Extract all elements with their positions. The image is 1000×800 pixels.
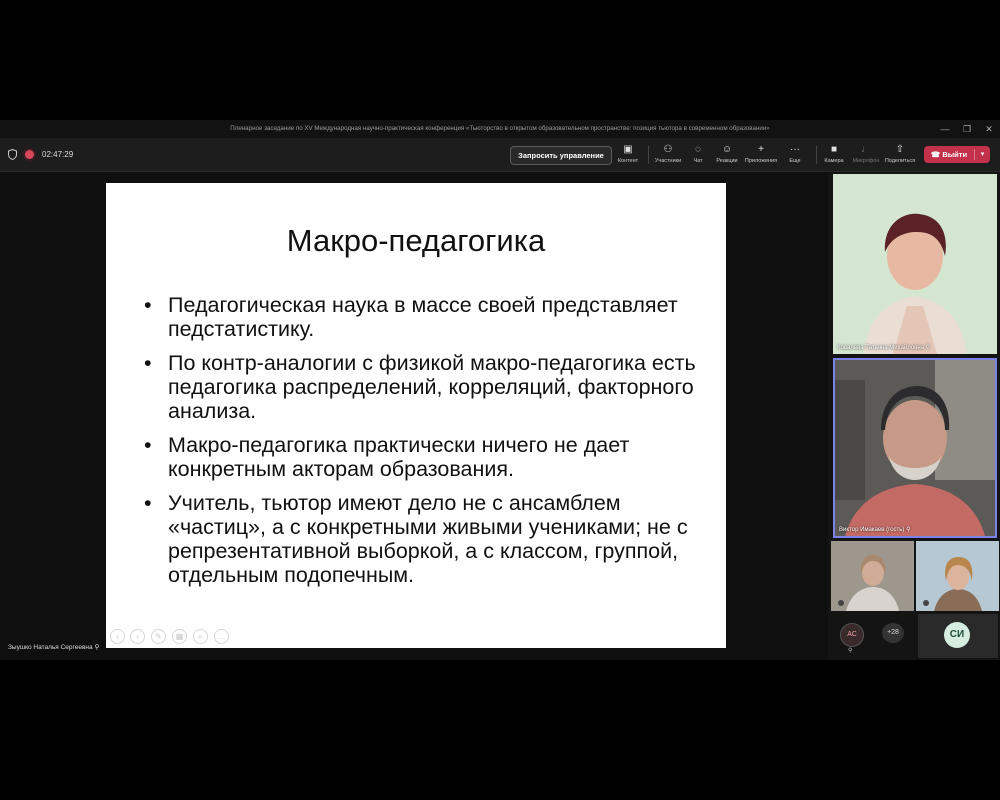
mic-off-icon: ♩ — [861, 144, 871, 155]
close-window-button[interactable]: ✕ — [978, 120, 1000, 138]
participant-video-frame — [833, 174, 997, 354]
plus-icon: + — [758, 144, 764, 155]
participant-avatar[interactable]: АС — [840, 623, 864, 647]
presenter-name-label: Зыушко Наталья Сергеевна ⚲ — [8, 643, 99, 651]
slide-bullet: Учитель, тьютор имеют дело не с ансамбле… — [144, 491, 714, 587]
pen-icon[interactable]: ✎ — [151, 629, 166, 644]
more-button[interactable]: ··· Еще — [777, 142, 813, 169]
more-options-icon[interactable]: … — [214, 629, 229, 644]
previous-slide-icon[interactable]: ‹ — [110, 629, 125, 644]
participant-video-frame — [916, 541, 999, 611]
participant-video-tile[interactable]: Ковалева Татьяна Михайловна ⚲ — [833, 174, 997, 354]
more-participants-badge[interactable]: +28 — [882, 623, 904, 643]
more-icon: ··· — [790, 144, 800, 155]
meeting-toolbar: 02:47:29 Запросить управление ▣ Контент … — [0, 138, 1000, 172]
camera-button[interactable]: ■ Камера — [816, 142, 852, 169]
presenter-name: Зыушко Наталья Сергеевна — [8, 644, 93, 651]
slide-bullets: Педагогическая наука в массе своей предс… — [144, 293, 714, 597]
more-label: Еще — [789, 158, 801, 164]
content-button[interactable]: ▣ Контент — [610, 142, 646, 169]
mic-button[interactable]: ♩ Микрофон — [848, 142, 884, 169]
share-button[interactable]: ⇧ Поделиться — [882, 142, 918, 169]
presentation-slide: Макро-педагогика Педагогическая наука в … — [106, 183, 726, 648]
window-title-bar: Пленарное заседание по XV Международная … — [0, 120, 1000, 138]
reactions-icon: ☺ — [721, 144, 733, 155]
mic-off-icon: ⚲ — [848, 648, 853, 654]
apps-button[interactable]: + Приложения — [743, 142, 779, 169]
slide-bullet: Макро-педагогика практически ничего не д… — [144, 433, 714, 481]
share-label: Поделиться — [884, 158, 916, 164]
reactions-button[interactable]: ☺ Реакции — [709, 142, 745, 169]
leave-label: Выйти — [942, 150, 968, 159]
share-screen-icon: ▣ — [623, 144, 633, 155]
slide-title: Макро-педагогика — [286, 223, 546, 258]
maximize-button[interactable]: ❐ — [956, 120, 978, 138]
participant-name: Ковалева Татьяна Михайловна — [837, 345, 925, 351]
recording-indicator-icon — [25, 150, 34, 159]
mic-off-icon: ⚲ — [94, 644, 100, 651]
window-title: Пленарное заседание по XV Международная … — [230, 125, 770, 132]
participant-video-tile[interactable] — [831, 541, 914, 611]
reactions-label: Реакции — [716, 158, 738, 164]
participant-name: Виктор Имакаев (гость) — [839, 527, 905, 533]
participant-name-label: Виктор Имакаев (гость) ⚲ — [839, 526, 910, 533]
zoom-icon[interactable]: ⌕ — [193, 629, 208, 644]
slide-bullet: Педагогическая наука в массе своей предс… — [144, 293, 714, 341]
slide-bullet: По контр-аналогии с физикой макро-педаго… — [144, 351, 714, 423]
participant-name-label: Ковалева Татьяна Михайловна ⚲ — [837, 344, 930, 351]
meeting-timer: 02:47:29 — [42, 150, 74, 159]
minimize-button[interactable]: — — [934, 120, 956, 138]
shield-icon[interactable] — [8, 149, 17, 160]
camera-label: Камера — [824, 158, 844, 164]
toolbar-divider — [648, 146, 649, 164]
camera-icon: ■ — [830, 144, 838, 155]
next-slide-icon[interactable]: › — [130, 629, 145, 644]
chevron-down-icon[interactable]: ▾ — [975, 146, 990, 163]
participant-avatar[interactable]: СИ — [944, 622, 970, 648]
leave-main[interactable]: ☎ Выйти — [924, 146, 974, 163]
active-speaker-video-tile[interactable]: Виктор Имакаев (гость) ⚲ — [833, 358, 997, 538]
share-icon: ⇧ — [895, 144, 905, 155]
mic-label: Микрофон — [852, 158, 880, 164]
phone-hangup-icon: ☎ — [930, 150, 943, 159]
participant-video-frame — [831, 541, 914, 611]
speaking-indicator-icon: ⚲ — [906, 527, 911, 533]
participant-video-frame — [835, 360, 995, 536]
participant-video-tile[interactable] — [916, 541, 999, 611]
apps-label: Приложения — [744, 158, 778, 164]
mic-off-icon: ⚲ — [925, 345, 931, 351]
leave-button[interactable]: ☎ Выйти ▾ — [924, 146, 990, 163]
content-label: Контент — [617, 158, 639, 164]
slides-grid-icon[interactable]: ▦ — [172, 629, 187, 644]
request-control-button[interactable]: Запросить управление — [510, 146, 612, 165]
